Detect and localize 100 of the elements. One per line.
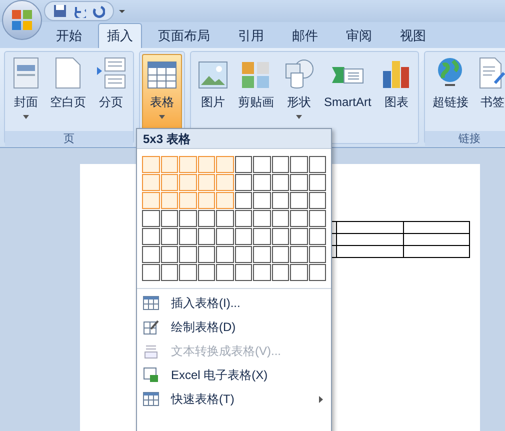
ribbon-button[interactable]: 图片 [193,54,233,131]
grid-cell[interactable] [216,246,234,263]
ribbon-button[interactable]: 图表 [376,54,416,131]
grid-cell[interactable] [198,228,215,245]
menu-item[interactable]: Excel 电子表格(X) [137,363,331,387]
grid-cell[interactable] [234,192,252,209]
menu-item[interactable]: 插入表格(I)... [137,291,331,315]
ribbon-tab[interactable]: 页面布局 [146,23,222,48]
grid-cell[interactable] [253,210,270,227]
grid-cell[interactable] [142,156,160,173]
grid-cell[interactable] [142,264,160,281]
ribbon-button[interactable]: 分页 [91,54,131,131]
grid-cell[interactable] [198,192,215,209]
grid-cell[interactable] [198,174,215,191]
grid-cell[interactable] [160,174,178,191]
grid-cell[interactable] [160,156,178,173]
grid-cell[interactable] [272,210,289,227]
grid-cell[interactable] [142,174,160,191]
grid-cell[interactable] [290,174,308,191]
ribbon-tab[interactable]: 邮件 [280,23,330,48]
grid-cell[interactable] [308,174,326,191]
grid-cell[interactable] [142,246,160,263]
grid-cell[interactable] [142,210,160,227]
ribbon-button[interactable]: 空白页 [45,54,91,131]
grid-cell[interactable] [234,174,252,191]
grid-cell[interactable] [272,174,289,191]
grid-cell[interactable] [253,156,270,173]
grid-cell[interactable] [198,264,215,281]
grid-cell[interactable] [160,246,178,263]
grid-cell[interactable] [160,192,178,209]
grid-cell[interactable] [253,264,270,281]
grid-cell[interactable] [160,228,178,245]
ribbon-tab[interactable]: 审阅 [334,23,384,48]
grid-cell[interactable] [216,264,234,281]
grid-cell[interactable] [198,210,215,227]
grid-cell[interactable] [308,192,326,209]
redo-icon[interactable] [91,4,105,18]
grid-cell[interactable] [179,264,196,281]
grid-cell[interactable] [198,156,215,173]
grid-cell[interactable] [216,174,234,191]
grid-cell[interactable] [179,192,196,209]
grid-cell[interactable] [179,210,196,227]
grid-cell[interactable] [234,156,252,173]
grid-cell[interactable] [216,228,234,245]
grid-cell[interactable] [308,210,326,227]
grid-cell[interactable] [179,156,196,173]
grid-cell[interactable] [290,246,308,263]
grid-cell[interactable] [290,156,308,173]
table-icon [143,392,159,406]
grid-cell[interactable] [179,174,196,191]
grid-cell[interactable] [253,174,270,191]
ribbon-tab[interactable]: 插入 [98,23,142,48]
grid-cell[interactable] [308,246,326,263]
grid-cell[interactable] [216,192,234,209]
grid-cell[interactable] [142,192,160,209]
grid-cell[interactable] [198,246,215,263]
grid-cell[interactable] [308,228,326,245]
ribbon-button[interactable]: 书签 [473,54,505,131]
grid-cell[interactable] [179,228,196,245]
save-icon[interactable] [53,4,67,18]
grid-cell[interactable] [234,228,252,245]
grid-cell[interactable] [234,264,252,281]
grid-cell[interactable] [253,246,270,263]
grid-cell[interactable] [142,228,160,245]
grid-cell[interactable] [216,210,234,227]
grid-cell[interactable] [290,228,308,245]
grid-cell[interactable] [216,156,234,173]
ribbon-button[interactable]: 形状 [279,54,319,131]
grid-cell[interactable] [234,210,252,227]
menu-item[interactable]: 绘制表格(D) [137,315,331,339]
button-label: 空白页 [50,94,86,111]
grid-cell[interactable] [290,192,308,209]
grid-cell[interactable] [272,228,289,245]
grid-cell[interactable] [308,156,326,173]
ribbon-button[interactable]: 封面 [7,54,45,131]
grid-cell[interactable] [253,228,270,245]
grid-cell[interactable] [272,192,289,209]
grid-cell[interactable] [290,210,308,227]
ribbon-tab[interactable]: 引用 [226,23,276,48]
table-icon [147,61,177,89]
grid-cell[interactable] [234,246,252,263]
ribbon-tab[interactable]: 视图 [388,23,438,48]
grid-cell[interactable] [272,264,289,281]
ribbon-button[interactable]: 表格 [142,54,182,131]
customize-caret-icon[interactable] [118,7,126,15]
grid-cell[interactable] [272,156,289,173]
menu-item[interactable]: 快速表格(T) [137,387,331,411]
button-label: SmartArt [324,94,372,111]
ribbon-tab[interactable]: 开始 [44,23,94,48]
grid-cell[interactable] [290,264,308,281]
grid-cell[interactable] [253,192,270,209]
ribbon-button[interactable]: 剪贴画 [233,54,279,131]
grid-cell[interactable] [160,264,178,281]
grid-cell[interactable] [160,210,178,227]
ribbon-button[interactable]: 超链接 [427,54,474,131]
button-label: 分页 [99,94,123,111]
grid-cell[interactable] [179,246,196,263]
grid-cell[interactable] [272,246,289,263]
ribbon-button[interactable]: SmartArt [319,54,376,131]
grid-cell[interactable] [308,264,326,281]
